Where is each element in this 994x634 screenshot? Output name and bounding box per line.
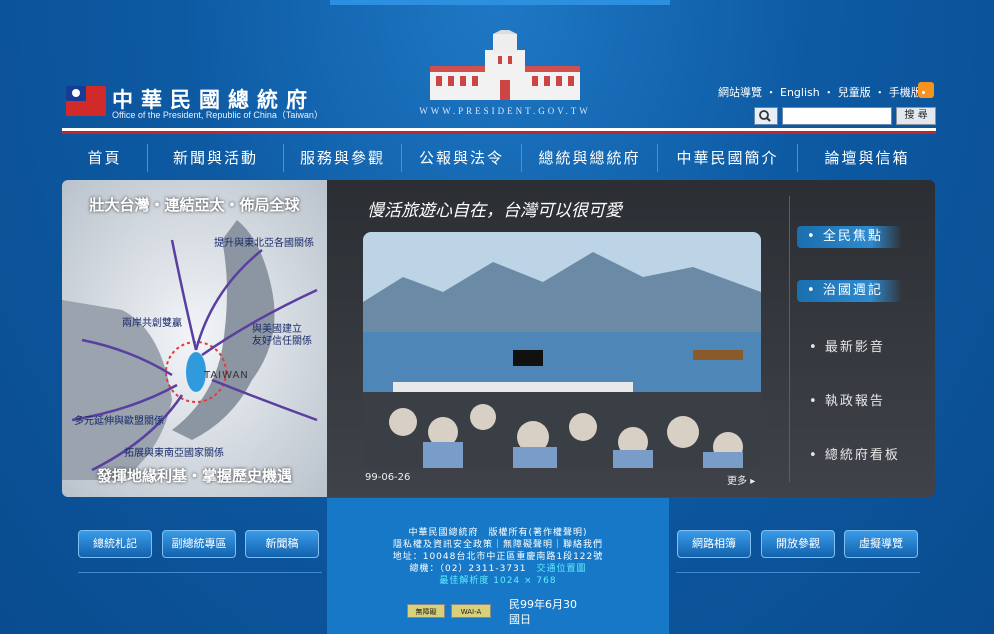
- date-line-1: 民99年6月30: [509, 598, 577, 611]
- phone-line: 總機：（02）2311-3731 交通位置圖: [327, 563, 669, 575]
- side-item-label: 總統府看板: [824, 448, 900, 463]
- top-links: 網站導覽 ・ English ・ 兒童版 ・ 手機版: [718, 86, 922, 99]
- photo-album-button[interactable]: 網路相簿: [677, 530, 751, 558]
- divider-right: [676, 572, 920, 573]
- promo-label: 多元延伸與歐盟關係: [74, 416, 164, 427]
- promo-label: 友好信任關係: [252, 336, 312, 347]
- divider-left: [78, 572, 322, 573]
- side-item-label: 治國週記: [822, 283, 883, 298]
- site-footer: 中華民國總統府 版權所有(著作權聲明) 隱私權及資訊安全政策｜無障礙聲明｜聯絡我…: [327, 527, 669, 587]
- current-date: 民99年6月30 國日: [509, 597, 577, 627]
- side-item-label: 執政報告: [824, 394, 885, 409]
- photo-date: 99-06-26: [365, 472, 411, 483]
- resolution-line: 最佳解析度 1024 × 768: [439, 576, 557, 586]
- rss-icon[interactable]: [918, 82, 934, 98]
- open-visit-button[interactable]: 開放參觀: [761, 530, 835, 558]
- presidential-building-icon: [430, 30, 580, 100]
- promo-banner[interactable]: 壯大台灣・連結亞太・佈局全球 提升與東北亞各國關係 兩岸共創雙贏 與美國建立 友…: [62, 180, 327, 497]
- search-icon: [754, 107, 778, 125]
- arrow-right-icon: ▸: [750, 476, 756, 487]
- map-link[interactable]: 交通位置圖: [537, 564, 587, 574]
- sitemap-link[interactable]: 網站導覽: [718, 86, 762, 99]
- side-item-label: 全民焦點: [822, 229, 883, 244]
- accessibility-badge[interactable]: 無障礙: [407, 604, 445, 618]
- featured-panel: 慢活旅遊心自在，台灣可以很可愛 99-06-26 更多 ▸ • 全民焦點 • 治…: [327, 180, 935, 497]
- vice-president-button[interactable]: 副總統專區: [162, 530, 236, 558]
- search-button[interactable]: 搜 尋: [896, 107, 936, 125]
- nav-item-home[interactable]: 首頁: [62, 144, 148, 172]
- address-line: 地址：10048台北市中正區重慶南路1段122號: [392, 552, 604, 562]
- search-input[interactable]: [782, 107, 892, 125]
- kids-link[interactable]: 兒童版: [838, 86, 871, 99]
- side-item-weekly[interactable]: • 治國週記: [797, 280, 902, 302]
- phone-text: 總機：（02）2311-3731: [409, 564, 537, 574]
- featured-headline[interactable]: 慢活旅遊心自在，台灣可以很可愛: [367, 196, 622, 221]
- nav-item-roc-intro[interactable]: 中華民國簡介: [658, 144, 798, 172]
- press-release-button[interactable]: 新聞稿: [245, 530, 319, 558]
- site-url: WWW.PRESIDENT.GOV.TW: [419, 106, 591, 116]
- copyright-line[interactable]: 中華民國總統府 版權所有(著作權聲明): [327, 527, 669, 539]
- virtual-tour-button[interactable]: 虛擬導覽: [844, 530, 918, 558]
- promo-label: 拓展與東南亞國家關係: [124, 448, 224, 459]
- roc-flag-icon: [66, 86, 106, 116]
- nav-item-news[interactable]: 新聞與活動: [148, 144, 284, 172]
- side-item-report[interactable]: • 執政報告: [809, 390, 885, 409]
- president-notes-button[interactable]: 總統札記: [78, 530, 152, 558]
- header-rule-red: [62, 131, 936, 134]
- more-link-label: 更多: [727, 476, 747, 487]
- more-link[interactable]: 更多 ▸: [727, 472, 755, 487]
- english-link[interactable]: English: [780, 86, 820, 99]
- main-nav: 首頁 新聞與活動 服務與參觀 公報與法令 總統與總統府 中華民國簡介 論壇與信箱: [62, 144, 936, 172]
- promo-label: 提升與東北亞各國關係: [214, 238, 314, 249]
- side-divider: [789, 196, 790, 482]
- site-subtitle: Office of the President, Republic of Chi…: [112, 110, 323, 120]
- side-item-board[interactable]: • 總統府看板: [809, 444, 900, 463]
- nav-item-forum[interactable]: 論壇與信箱: [798, 144, 936, 172]
- promo-label: 兩岸共創雙贏: [122, 318, 182, 329]
- side-item-label: 最新影音: [824, 340, 885, 355]
- featured-photo[interactable]: [363, 232, 761, 468]
- site-header: 中華民國總統府 Office of the President, Republi…: [0, 0, 994, 140]
- side-item-focus[interactable]: • 全民焦點: [797, 226, 902, 248]
- promo-bottom-text: 發揮地緣利基・掌握歷史機遇: [96, 467, 292, 485]
- nav-item-gazette[interactable]: 公報與法令: [402, 144, 522, 172]
- date-line-2: 國日: [509, 613, 531, 626]
- promo-title: 壯大台灣・連結亞太・佈局全球: [89, 196, 300, 214]
- nav-item-services[interactable]: 服務與參觀: [284, 144, 402, 172]
- promo-label: TAIWAN: [204, 370, 249, 381]
- mobile-link[interactable]: 手機版: [889, 86, 922, 99]
- policy-links[interactable]: 隱私權及資訊安全政策｜無障礙聲明｜聯絡我們: [327, 539, 669, 551]
- nav-item-president[interactable]: 總統與總統府: [522, 144, 658, 172]
- side-item-video[interactable]: • 最新影音: [809, 336, 885, 355]
- wai-badge[interactable]: WAI-A: [451, 604, 491, 618]
